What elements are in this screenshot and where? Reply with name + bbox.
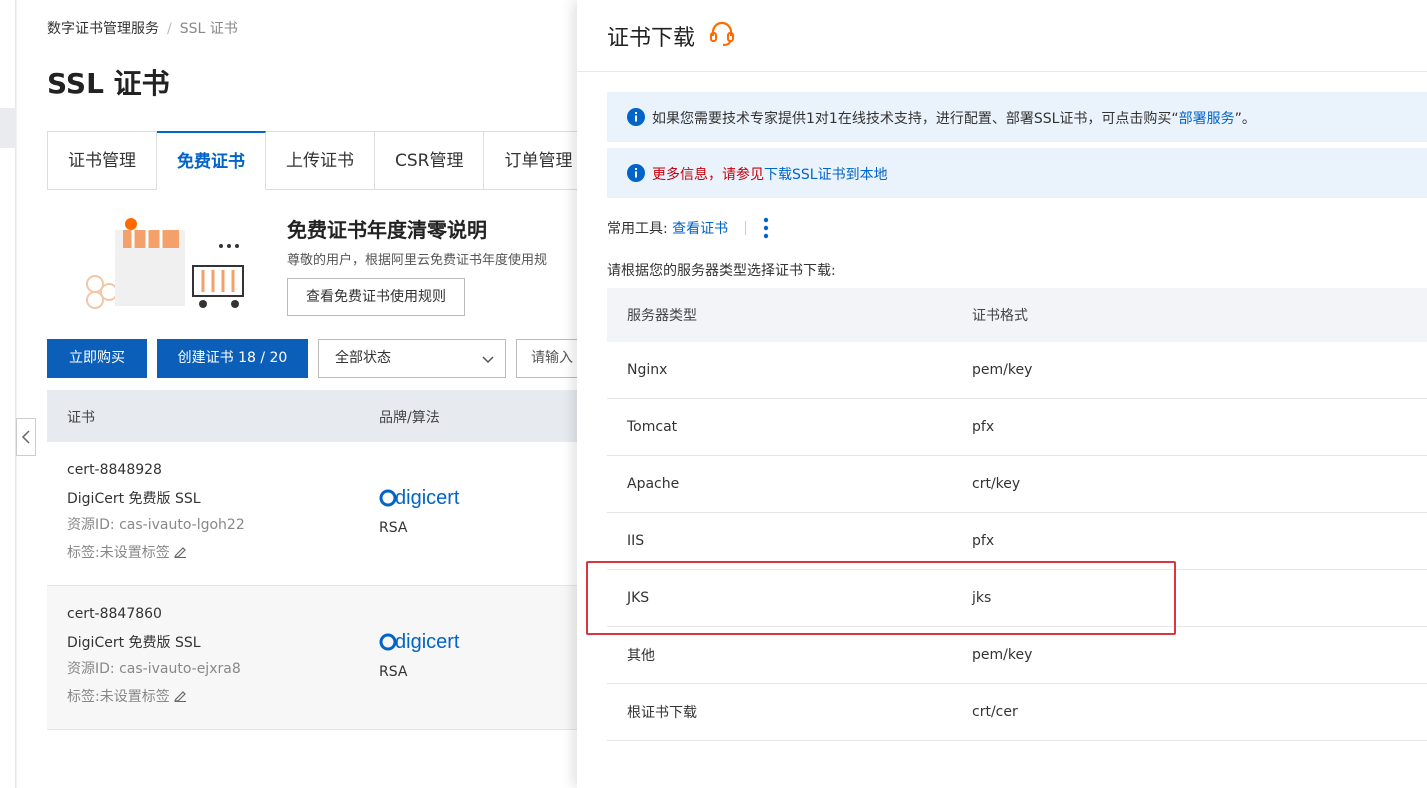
page-title: SSL 证书 xyxy=(47,67,170,100)
cert-algorithm: RSA xyxy=(379,520,408,536)
notice-prefix: 如果您需要技术专家提供1对1在线技术支持，进行配置、部署SSL证书，可点击购买“ xyxy=(652,111,1179,127)
edit-icon[interactable] xyxy=(173,545,187,558)
cert-format: pfx xyxy=(972,419,995,435)
more-options-icon[interactable] xyxy=(762,216,770,240)
cert-tag: 标签:未设置标签 xyxy=(67,686,187,706)
status-select[interactable]: 全部状态 xyxy=(318,339,506,378)
search-input[interactable]: 请输入 xyxy=(516,339,577,378)
cert-name[interactable]: cert-8847860 xyxy=(67,606,162,622)
digicert-logo-text: digicert xyxy=(395,487,460,509)
col-cert: 证书 xyxy=(67,410,95,426)
cert-name[interactable]: cert-8848928 xyxy=(67,462,162,478)
view-cert-link[interactable]: 查看证书 xyxy=(672,221,728,237)
jks-row-highlight xyxy=(586,561,1176,635)
select-server-hint: 请根据您的服务器类型选择证书下载: xyxy=(607,263,836,279)
drawer-title: 证书下载 xyxy=(607,26,696,51)
cert-algorithm: RSA xyxy=(379,664,408,680)
left-nav-strip xyxy=(0,0,16,788)
view-rules-button[interactable]: 查看免费证书使用规则 xyxy=(287,278,465,316)
drawer-header: 证书下载 xyxy=(577,0,1427,72)
tab-csr-management[interactable]: CSR管理 xyxy=(375,131,485,190)
promo-description: 尊敬的用户，根据阿里云免费证书年度使用规 xyxy=(287,253,548,268)
col-brand-algo: 品牌/算法 xyxy=(379,410,440,426)
server-type: Apache xyxy=(627,476,680,492)
notice-text: 更多信息，请参见下载SSL证书到本地 xyxy=(652,164,888,184)
cert-download-drawer: 证书下载 如果您需要技术专家提供1对1在线技术支持，进行配置、部署SSL证书，可… xyxy=(577,0,1427,788)
tab-bar: 证书管理 免费证书 上传证书 CSR管理 订单管理 xyxy=(47,131,577,190)
deploy-service-link[interactable]: 部署服务 xyxy=(1179,111,1235,127)
edit-icon[interactable] xyxy=(173,689,187,702)
notice-more-info: 更多信息，请参见下载SSL证书到本地 xyxy=(607,148,1427,198)
cert-format: crt/key xyxy=(972,476,1021,492)
chevron-left-icon xyxy=(21,430,30,444)
create-cert-button[interactable]: 创建证书 18 / 20 xyxy=(157,339,308,378)
cert-tag-text: 标签:未设置标签 xyxy=(67,689,170,705)
buy-now-button[interactable]: 立即购买 xyxy=(47,339,147,378)
server-table-header: 服务器类型 证书格式 xyxy=(607,288,1427,342)
download-doc-link[interactable]: 下载SSL证书到本地 xyxy=(764,167,888,183)
notice-suffix: ”。 xyxy=(1234,111,1256,127)
breadcrumb: 数字证书管理服务 / SSL 证书 xyxy=(47,18,238,38)
digicert-logo-text: digicert xyxy=(395,631,460,653)
headset-support-icon[interactable] xyxy=(708,20,736,48)
breadcrumb-separator: / xyxy=(167,21,172,37)
info-icon xyxy=(627,108,645,126)
collapse-sidebar-button[interactable] xyxy=(16,418,36,456)
digicert-logo: digicert xyxy=(379,631,460,653)
cert-product: DigiCert 免费版 SSL xyxy=(67,635,201,651)
server-type: Tomcat xyxy=(627,419,678,435)
col-cert-format: 证书格式 xyxy=(972,308,1028,324)
table-row[interactable]: Tomcat pfx xyxy=(607,399,1427,456)
tab-upload-cert[interactable]: 上传证书 xyxy=(266,131,375,190)
cert-tag: 标签:未设置标签 xyxy=(67,542,187,562)
tab-order-management[interactable]: 订单管理 xyxy=(484,131,577,190)
cert-format: pem/key xyxy=(972,647,1033,663)
tools-label: 常用工具: xyxy=(607,221,668,237)
info-icon xyxy=(627,164,645,182)
col-server-type: 服务器类型 xyxy=(627,308,697,324)
cert-table-header: 证书 品牌/算法 xyxy=(47,390,577,442)
nav-marker xyxy=(0,108,16,148)
server-type: 根证书下载 xyxy=(627,705,697,721)
cert-format: pem/key xyxy=(972,362,1033,378)
background-page: 数字证书管理服务 / SSL 证书 SSL 证书 证书管理 免费证书 上传证书 CS… xyxy=(17,0,577,788)
cert-format: crt/cer xyxy=(972,704,1018,720)
cert-product: DigiCert 免费版 SSL xyxy=(67,491,201,507)
server-type: IIS xyxy=(627,533,645,549)
server-type: Nginx xyxy=(627,362,668,378)
table-row: cert-8847860 DigiCert 免费版 SSL 资源ID: cas-… xyxy=(47,586,577,730)
table-row[interactable]: 根证书下载 crt/cer xyxy=(607,684,1427,741)
tab-cert-management[interactable]: 证书管理 xyxy=(47,131,157,190)
table-row[interactable]: Apache crt/key xyxy=(607,456,1427,513)
breadcrumb-current: SSL 证书 xyxy=(179,21,238,37)
table-row[interactable]: Nginx pem/key xyxy=(607,342,1427,399)
table-row[interactable]: 其他 pem/key xyxy=(607,627,1427,684)
notice-text: 如果您需要技术专家提供1对1在线技术支持，进行配置、部署SSL证书，可点击购买“… xyxy=(652,108,1256,128)
common-tools: 常用工具: 查看证书 xyxy=(607,218,758,238)
chevron-down-icon xyxy=(482,356,494,364)
cert-resource-id: 资源ID: cas-ivauto-ejxra8 xyxy=(67,661,241,677)
promo-illustration xyxy=(86,218,244,309)
cert-format: pfx xyxy=(972,533,995,549)
notice-deploy-service: 如果您需要技术专家提供1对1在线技术支持，进行配置、部署SSL证书，可点击购买“… xyxy=(607,92,1427,142)
more-info-text: 更多信息，请参见 xyxy=(652,167,764,183)
status-select-value: 全部状态 xyxy=(335,350,391,366)
table-row: cert-8848928 DigiCert 免费版 SSL 资源ID: cas-… xyxy=(47,442,577,586)
cert-resource-id: 资源ID: cas-ivauto-lgoh22 xyxy=(67,517,245,533)
tab-free-cert[interactable]: 免费证书 xyxy=(157,131,266,190)
server-type: 其他 xyxy=(627,648,655,664)
promo-title: 免费证书年度清零说明 xyxy=(287,218,487,242)
digicert-logo: digicert xyxy=(379,487,460,509)
breadcrumb-root[interactable]: 数字证书管理服务 xyxy=(47,21,159,37)
cert-tag-text: 标签:未设置标签 xyxy=(67,545,170,561)
tools-divider xyxy=(744,221,746,235)
server-type-table: 服务器类型 证书格式 Nginx pem/key Tomcat pfx Apache… xyxy=(607,288,1427,741)
